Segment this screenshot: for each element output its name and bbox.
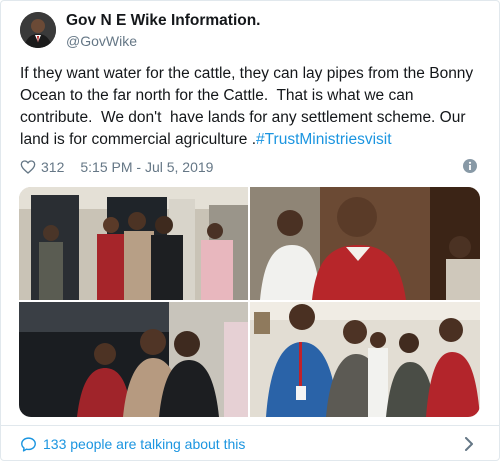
chevron-right-icon[interactable] (463, 437, 475, 451)
hashtag-link[interactable]: #TrustMinistriesvisit (256, 131, 392, 148)
photo-3[interactable] (19, 302, 248, 417)
heart-icon[interactable] (20, 159, 36, 175)
tweet-body: If they want water for the cattle, they … (20, 65, 478, 148)
photo-4[interactable] (250, 302, 480, 417)
speech-bubble-icon (21, 436, 36, 452)
photo-2[interactable] (250, 187, 480, 300)
photo-1[interactable] (19, 187, 248, 300)
conversation-count: 133 people are talking about this (43, 436, 246, 452)
conversation-link[interactable]: 133 people are talking about this (20, 434, 245, 454)
footer-divider (1, 425, 500, 426)
author-handle[interactable]: @GovWike (66, 33, 137, 49)
tweet-text: If they want water for the cattle, they … (20, 63, 490, 151)
tweet-meta: 312 5:15 PM - Jul 5, 2019 (20, 158, 213, 176)
avatar[interactable] (20, 12, 56, 48)
like-count: 312 (41, 159, 65, 175)
tweet-card: Gov N E Wike Information. @GovWike If th… (0, 0, 500, 461)
info-icon[interactable] (463, 159, 477, 173)
author-name[interactable]: Gov N E Wike Information. (66, 12, 261, 30)
photo-gallery (19, 187, 480, 417)
timestamp-link[interactable]: 5:15 PM - Jul 5, 2019 (80, 159, 213, 175)
